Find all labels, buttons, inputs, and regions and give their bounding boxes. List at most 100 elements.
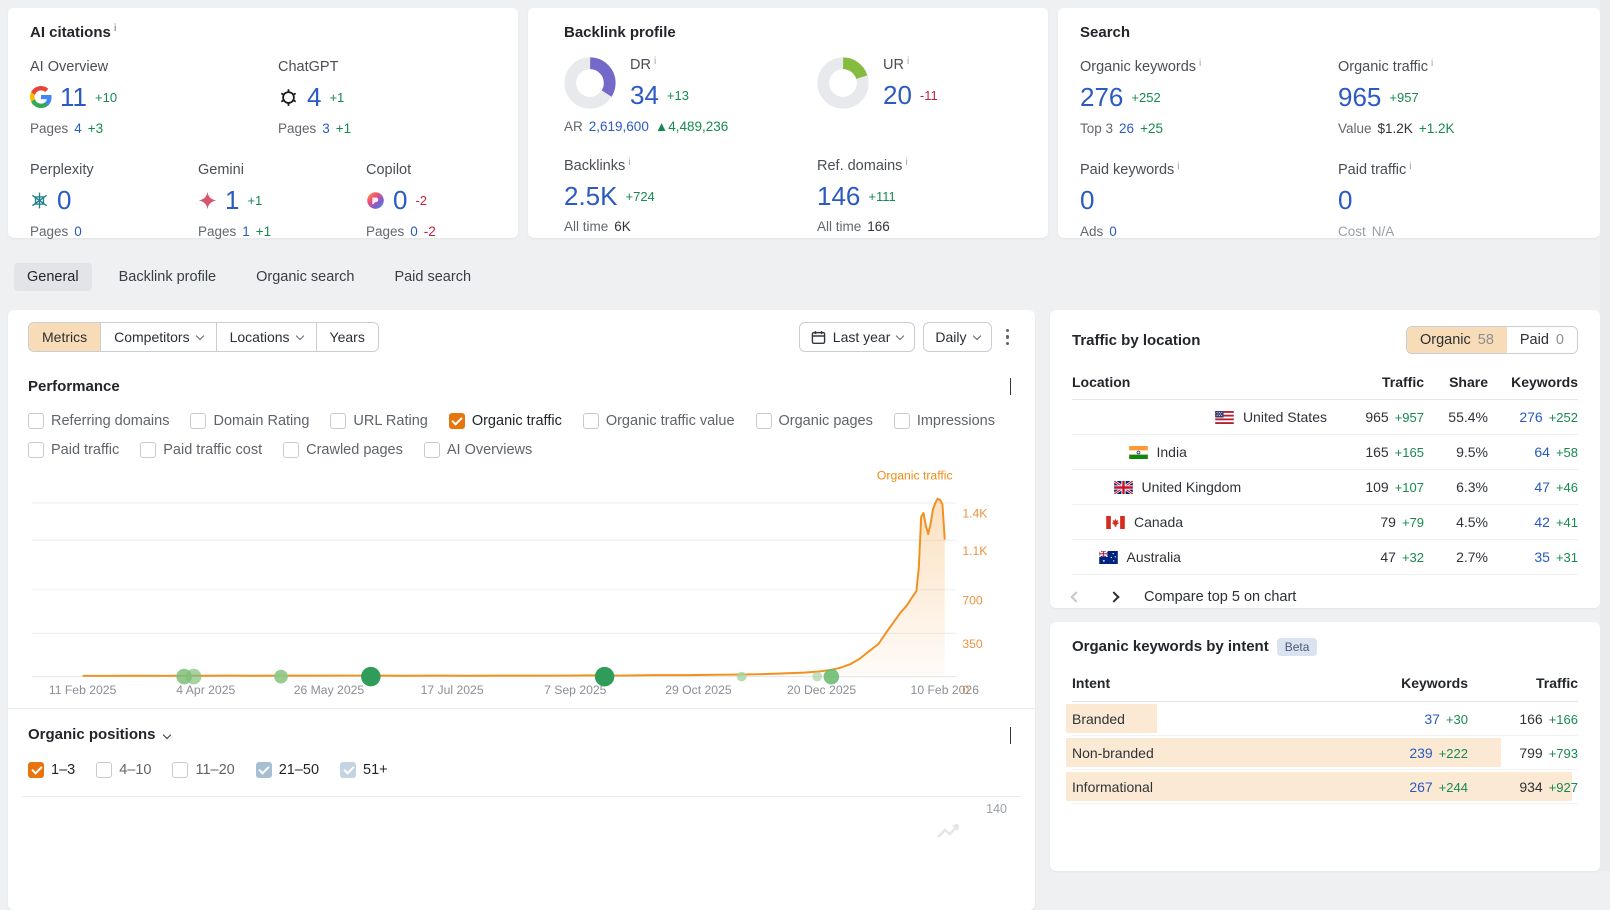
toggle-organic[interactable]: Organic 58 xyxy=(1406,327,1507,353)
position-check-11-20[interactable]: 11–20 xyxy=(172,761,235,778)
tab-paid-search[interactable]: Paid search xyxy=(381,263,484,291)
info-icon[interactable]: i xyxy=(1409,161,1411,172)
metric-value[interactable]: 4 xyxy=(307,84,321,110)
intent-traffic-value: 934 xyxy=(1519,778,1543,795)
metric-check-url-rating[interactable]: URL Rating xyxy=(330,413,428,429)
info-icon[interactable]: i xyxy=(654,56,656,67)
traffic-value: 79 xyxy=(1380,514,1396,530)
refdomains-value[interactable]: 146 xyxy=(817,183,860,209)
tab-backlink-profile[interactable]: Backlink profile xyxy=(106,263,230,291)
alltime-value: 6K xyxy=(614,219,631,234)
svg-text:29 Oct 2025: 29 Oct 2025 xyxy=(665,683,732,697)
locations-pager: Compare top 5 on chart xyxy=(1070,589,1578,605)
more-options-button[interactable] xyxy=(1000,323,1016,352)
checkbox-label: 21–50 xyxy=(278,761,320,778)
keywords-value[interactable]: 47 xyxy=(1534,479,1550,495)
segment-competitors[interactable]: Competitors xyxy=(101,323,217,351)
metric-value[interactable]: 11 xyxy=(60,84,87,110)
metric-check-domain-rating[interactable]: Domain Rating xyxy=(190,413,309,429)
info-icon[interactable]: i xyxy=(1177,161,1179,172)
metric-value[interactable]: 276 xyxy=(1080,84,1123,110)
collapse-positions-button[interactable] xyxy=(1006,723,1015,747)
keywords-value[interactable]: 276 xyxy=(1519,409,1542,425)
metric-value[interactable]: 0 xyxy=(393,187,407,213)
tab-general[interactable]: General xyxy=(14,263,92,291)
metric-check-organic-pages[interactable]: Organic pages xyxy=(755,413,873,429)
svg-text:1.4K: 1.4K xyxy=(962,507,987,521)
ai-metric-perplexity: Perplexity 0 Pages 0 xyxy=(30,162,198,239)
intent-keywords-value[interactable]: 239 xyxy=(1409,745,1432,761)
intent-keywords-value[interactable]: 37 xyxy=(1424,711,1440,727)
segment-locations[interactable]: Locations xyxy=(216,323,317,351)
info-icon[interactable]: i xyxy=(1199,58,1201,69)
pager-next-icon[interactable] xyxy=(1108,591,1120,603)
col-keywords[interactable]: Keywords xyxy=(1488,366,1578,400)
location-name: Australia xyxy=(1126,549,1181,565)
toggle-label: Organic xyxy=(1419,332,1471,348)
backlinks-value[interactable]: 2.5K xyxy=(564,183,618,209)
metric-check-organic-traffic-value[interactable]: Organic traffic value xyxy=(582,413,735,429)
checkbox-icon xyxy=(28,761,44,778)
info-icon[interactable]: i xyxy=(1431,58,1433,69)
col-keywords[interactable]: Keywords xyxy=(1348,675,1468,691)
checkbox-label: Crawled pages xyxy=(306,442,403,458)
metric-check-crawled-pages[interactable]: Crawled pages xyxy=(283,442,403,458)
metric-check-impressions[interactable]: Impressions xyxy=(893,413,995,429)
toggle-paid[interactable]: Paid 0 xyxy=(1506,327,1577,353)
checkbox-label: Impressions xyxy=(916,413,995,429)
ar-value[interactable]: 2,619,600 xyxy=(589,119,649,134)
checkbox-label: Paid traffic cost xyxy=(163,442,263,458)
traffic-delta: +165 xyxy=(1394,445,1424,460)
metric-value[interactable]: 0 xyxy=(1080,187,1094,213)
metric-value[interactable]: 0 xyxy=(57,187,71,213)
info-icon[interactable]: i xyxy=(114,23,117,34)
metric-label: Paid traffic i xyxy=(1338,161,1412,179)
performance-chart[interactable]: 0 350 700 1.1K 1.4K 11 Feb 2025 4 Apr 2025 26 M… xyxy=(28,464,1015,704)
info-icon[interactable]: i xyxy=(905,157,907,168)
tab-organic-search[interactable]: Organic search xyxy=(243,263,367,291)
intent-keywords-value[interactable]: 267 xyxy=(1409,779,1432,795)
date-range-button[interactable]: Last year xyxy=(798,322,916,352)
position-check-4-10[interactable]: 4–10 xyxy=(96,761,151,778)
position-check-51+[interactable]: 51+ xyxy=(340,761,388,778)
intent-keywords-delta: +244 xyxy=(1438,779,1468,795)
organic-traffic-chart-svg[interactable]: 03507001.1K1.4K11 Feb 2025 4 Apr 2025 26 M… xyxy=(28,464,1015,704)
segment-metrics[interactable]: Metrics xyxy=(29,323,102,351)
col-location[interactable]: Location xyxy=(1072,366,1327,400)
alltime-label: All time xyxy=(564,219,609,234)
flag-us-icon xyxy=(1215,410,1234,424)
metric-check-paid-traffic-cost[interactable]: Paid traffic cost xyxy=(140,442,262,458)
position-check-21-50[interactable]: 21–50 xyxy=(255,761,320,778)
metric-value[interactable]: 0 xyxy=(1338,187,1352,213)
col-traffic[interactable]: Traffic xyxy=(1327,366,1424,400)
segment-years[interactable]: Years xyxy=(316,323,378,351)
dr-donut-chart xyxy=(564,57,616,109)
info-icon[interactable]: i xyxy=(628,157,630,168)
metric-check-paid-traffic[interactable]: Paid traffic xyxy=(28,442,119,458)
pager-prev-icon[interactable] xyxy=(1070,591,1082,603)
position-check-1-3[interactable]: 1–3 xyxy=(28,761,75,778)
col-share[interactable]: Share xyxy=(1424,366,1488,400)
keywords-value[interactable]: 64 xyxy=(1534,444,1550,460)
chevron-down-icon xyxy=(195,331,204,340)
collapse-performance-button[interactable] xyxy=(1006,374,1015,398)
granularity-button[interactable]: Daily xyxy=(923,322,992,352)
col-intent[interactable]: Intent xyxy=(1072,675,1348,691)
checkbox-label: URL Rating xyxy=(353,413,428,429)
compare-top5-link[interactable]: Compare top 5 on chart xyxy=(1144,589,1296,605)
metric-delta: +10 xyxy=(95,89,118,105)
keywords-delta: +58 xyxy=(1555,445,1578,460)
metric-value[interactable]: 1 xyxy=(225,187,239,213)
metric-check-referring-domains[interactable]: Referring domains xyxy=(28,413,169,429)
keywords-value[interactable]: 42 xyxy=(1534,514,1550,530)
metric-check-organic-traffic[interactable]: Organic traffic xyxy=(448,413,562,429)
metric-check-ai-overviews[interactable]: AI Overviews xyxy=(423,442,532,458)
keywords-value[interactable]: 35 xyxy=(1534,549,1550,565)
checkbox-label: Organic pages xyxy=(778,413,873,429)
col-traffic[interactable]: Traffic xyxy=(1468,675,1578,691)
backlinks-block: Backlinks i 2.5K +724 All time 6K xyxy=(564,157,817,235)
info-icon[interactable]: i xyxy=(907,56,909,67)
overview-main-card: Metrics Competitors Locations Years Last ye… xyxy=(8,310,1035,910)
metric-value[interactable]: 965 xyxy=(1338,84,1381,110)
traffic-value: 47 xyxy=(1380,549,1396,565)
